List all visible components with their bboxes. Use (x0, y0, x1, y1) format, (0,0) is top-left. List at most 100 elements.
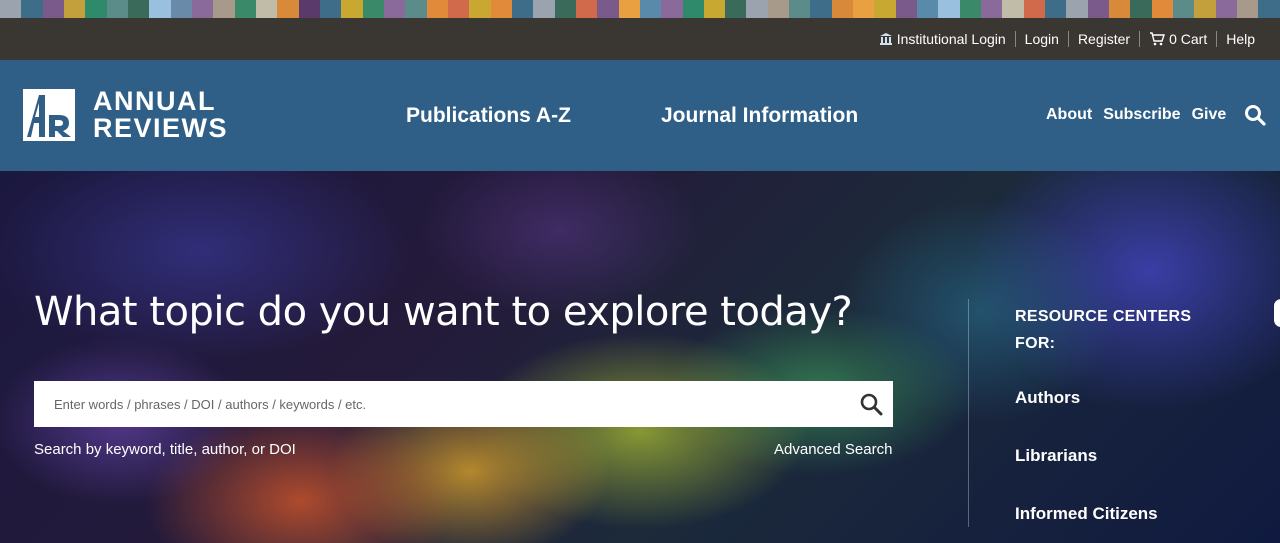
annual-reviews-logo[interactable]: ANNUAL REVIEWS (23, 88, 228, 142)
help-link[interactable]: Help (1216, 31, 1264, 47)
logo-word-1: ANNUAL (93, 86, 216, 116)
cart-label: 0 Cart (1169, 31, 1208, 47)
hero-headline: What topic do you want to explore today? (34, 289, 853, 335)
stripe-swatch (767, 0, 790, 18)
secondary-nav: About Subscribe Give (1046, 106, 1226, 124)
stripe-swatch (554, 0, 576, 18)
register-label: Register (1077, 31, 1131, 47)
side-tab-edge[interactable] (1274, 299, 1280, 327)
institutional-login-link[interactable]: Institutional Login (870, 31, 1015, 47)
stripe-swatch (63, 0, 86, 18)
hero-section: What topic do you want to explore today?… (0, 171, 1280, 543)
stripe-swatch (639, 0, 662, 18)
stripe-swatch (490, 0, 512, 18)
stripe-swatch (575, 0, 598, 18)
stripe-swatch (234, 0, 256, 18)
nav-give[interactable]: Give (1192, 106, 1227, 124)
search-submit-button[interactable] (859, 392, 883, 421)
logo-mark-icon (23, 89, 75, 141)
search-hint: Search by keyword, title, author, or DOI (34, 441, 296, 458)
stripe-swatch (533, 0, 555, 18)
resource-link-informed-citizens[interactable]: Informed Citizens (1015, 504, 1158, 524)
stripe-swatch (1109, 0, 1131, 18)
cart-icon (1150, 32, 1166, 46)
cart-link[interactable]: 0 Cart (1139, 31, 1216, 47)
stripe-swatch (106, 0, 128, 18)
stripe-swatch (277, 0, 299, 18)
vertical-divider (968, 299, 969, 527)
stripe-swatch (981, 0, 1003, 18)
stripe-swatch (618, 0, 640, 18)
stripe-swatch (149, 0, 171, 18)
stripe-swatch (127, 0, 150, 18)
utility-bar: Institutional Login Login Register 0 Car… (0, 18, 1280, 60)
register-link[interactable]: Register (1067, 31, 1139, 47)
stripe-swatch (725, 0, 747, 18)
utility-links: Institutional Login Login Register 0 Car… (870, 18, 1264, 60)
nav-journal-information[interactable]: Journal Information (661, 104, 858, 128)
stripe-swatch (831, 0, 854, 18)
search-icon (860, 393, 883, 416)
nav-about[interactable]: About (1046, 106, 1092, 124)
stripe-swatch (597, 0, 619, 18)
stripe-swatch (895, 0, 918, 18)
stripe-swatch (959, 0, 982, 18)
stripe-swatch (1087, 0, 1110, 18)
stripe-swatch (298, 0, 320, 18)
search-input[interactable] (34, 381, 834, 427)
stripe-swatch (1237, 0, 1259, 18)
login-link[interactable]: Login (1014, 31, 1068, 47)
stripe-swatch (1258, 0, 1280, 18)
institution-icon (879, 33, 892, 45)
search-box (34, 381, 893, 427)
stripe-swatch (0, 0, 22, 18)
stripe-swatch (938, 0, 960, 18)
stripe-swatch (1023, 0, 1046, 18)
stripe-swatch (746, 0, 768, 18)
main-navigation: ANNUAL REVIEWS Publications A-Z Journal … (0, 60, 1280, 171)
color-stripe-banner (0, 0, 1280, 18)
stripe-swatch (213, 0, 235, 18)
login-label: Login (1024, 31, 1059, 47)
resource-link-authors[interactable]: Authors (1015, 388, 1080, 408)
logo-word-2: REVIEWS (93, 113, 229, 143)
stripe-swatch (511, 0, 534, 18)
stripe-swatch (383, 0, 406, 18)
stripe-swatch (789, 0, 811, 18)
stripe-swatch (447, 0, 470, 18)
institutional-login-label: Institutional Login (896, 31, 1006, 47)
stripe-swatch (85, 0, 107, 18)
advanced-search-link[interactable]: Advanced Search (774, 441, 892, 458)
stripe-swatch (1002, 0, 1024, 18)
resource-link-librarians[interactable]: Librarians (1015, 446, 1097, 466)
stripe-swatch (191, 0, 214, 18)
stripe-swatch (682, 0, 704, 18)
stripe-swatch (1194, 0, 1216, 18)
logo-wordmark: ANNUAL REVIEWS (93, 88, 228, 142)
nav-subscribe[interactable]: Subscribe (1103, 106, 1180, 124)
nav-publications-az[interactable]: Publications A-Z (406, 104, 571, 128)
stripe-swatch (1215, 0, 1238, 18)
search-icon (1245, 105, 1266, 126)
stripe-swatch (170, 0, 192, 18)
stripe-swatch (1045, 0, 1067, 18)
stripe-swatch (362, 0, 384, 18)
stripe-swatch (1151, 0, 1174, 18)
stripe-swatch (1066, 0, 1088, 18)
stripe-swatch (405, 0, 427, 18)
stripe-swatch (810, 0, 832, 18)
stripe-swatch (341, 0, 363, 18)
resource-centers-title: RESOURCE CENTERS FOR: (1015, 308, 1192, 352)
search-toggle-button[interactable] (1244, 104, 1266, 131)
stripe-swatch (255, 0, 278, 18)
stripe-swatch (853, 0, 875, 18)
stripe-swatch (1130, 0, 1152, 18)
stripe-swatch (469, 0, 491, 18)
stripe-swatch (703, 0, 726, 18)
stripe-swatch (1173, 0, 1195, 18)
help-label: Help (1226, 31, 1255, 47)
stripe-swatch (874, 0, 896, 18)
stripe-swatch (917, 0, 939, 18)
stripe-swatch (426, 0, 448, 18)
stripe-swatch (661, 0, 683, 18)
